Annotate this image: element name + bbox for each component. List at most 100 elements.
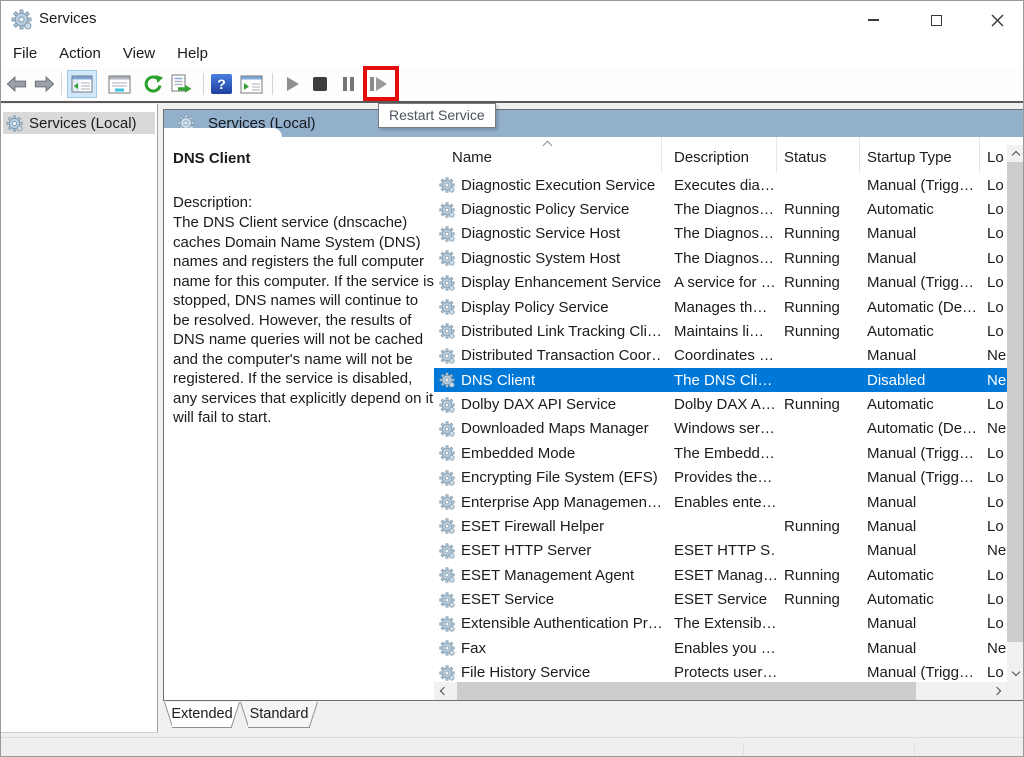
table-row[interactable]: Embedded Mode The Embedd… Manual (Trigg…… [434, 441, 1009, 465]
service-name: ESET Service [461, 591, 555, 609]
vertical-scrollbar-thumb[interactable] [1007, 162, 1023, 642]
menu-help[interactable]: Help [166, 41, 219, 66]
forward-arrow-icon [34, 76, 55, 92]
back-button[interactable] [6, 76, 27, 92]
service-startup-type: Automatic (De… [867, 298, 978, 316]
service-name: Distributed Transaction Coor… [461, 347, 662, 365]
column-header-logon[interactable]: Lo [980, 137, 1009, 173]
table-row[interactable]: Fax Enables you … Manual Ne [434, 636, 1009, 660]
service-gear-icon [439, 202, 455, 218]
table-row[interactable]: ESET HTTP Server ESET HTTP S… Manual Ne [434, 539, 1009, 563]
tab-extended[interactable]: Extended [163, 702, 241, 728]
service-status: Running [784, 517, 840, 535]
service-gear-icon [439, 397, 455, 413]
description-label: Description: [173, 194, 253, 211]
service-logon: Lo [987, 615, 1004, 633]
tooltip-restart-service: Restart Service [378, 103, 496, 128]
service-logon: Lo [987, 225, 1004, 243]
table-row[interactable]: Diagnostic System Host The Diagnos… Runn… [434, 246, 1009, 270]
table-row[interactable]: ESET Service ESET Service Running Automa… [434, 587, 1009, 611]
service-gear-icon [439, 323, 455, 339]
service-startup-type: Manual (Trigg… [867, 176, 974, 194]
table-row[interactable]: ESET Management Agent ESET Manag… Runnin… [434, 563, 1009, 587]
table-row[interactable]: DNS Client The DNS Cli… Disabled Ne [434, 368, 1009, 393]
maximize-button[interactable] [913, 1, 959, 39]
service-name: Fax [461, 639, 487, 657]
scroll-down-button[interactable] [1007, 665, 1023, 682]
description-pane: DNS Client Description: The DNS Client s… [164, 137, 434, 700]
show-console-tree-button[interactable] [67, 70, 97, 98]
menu-file[interactable]: File [2, 41, 48, 66]
table-row[interactable]: Extensible Authentication Pr… The Extens… [434, 612, 1009, 636]
extended-tab-curve [164, 128, 282, 137]
table-row[interactable]: Dolby DAX API Service Dolby DAX A… Runni… [434, 392, 1009, 416]
highlight-box [363, 66, 399, 101]
table-row[interactable]: Distributed Link Tracking Cli… Maintains… [434, 319, 1009, 343]
table-row[interactable]: Distributed Transaction Coor… Coordinate… [434, 344, 1009, 368]
table-row[interactable]: Encrypting File System (EFS) Provides th… [434, 466, 1009, 490]
service-status: Running [784, 225, 840, 243]
horizontal-scrollbar-thumb[interactable] [457, 682, 916, 700]
show-console-tree-icon [71, 75, 93, 93]
menu-view[interactable]: View [112, 41, 166, 66]
vertical-scrollbar[interactable] [1007, 145, 1023, 682]
service-logon: Ne [987, 639, 1007, 657]
service-logon: Ne [987, 542, 1007, 560]
service-logon: Lo [987, 444, 1004, 462]
service-description-text: The DNS Client service (dnscache) caches… [173, 214, 434, 426]
horizontal-scrollbar[interactable] [434, 682, 1007, 700]
service-logon: Lo [987, 322, 1004, 340]
service-logon: Lo [987, 249, 1004, 267]
column-header-description[interactable]: Description [662, 137, 777, 173]
service-startup-type: Manual [867, 517, 917, 535]
service-gear-icon [439, 275, 455, 291]
service-description: The Diagnos… [674, 225, 775, 243]
service-name: Encrypting File System (EFS) [461, 469, 658, 487]
tree-item-services-local[interactable]: Services (Local) [3, 112, 155, 134]
table-row[interactable]: Enterprise App Managemen… Enables ente… … [434, 490, 1009, 514]
selected-service-name: DNS Client [173, 150, 251, 167]
start-service-button[interactable] [287, 77, 299, 91]
menu-action[interactable]: Action [48, 41, 112, 66]
scroll-up-button[interactable] [1007, 145, 1023, 162]
pause-service-button[interactable] [341, 77, 355, 91]
table-row[interactable]: Display Policy Service Manages th… Runni… [434, 295, 1009, 319]
forward-button[interactable] [34, 76, 55, 92]
service-name: Dolby DAX API Service [461, 396, 617, 414]
tab-standard[interactable]: Standard [239, 702, 319, 728]
table-row[interactable]: Diagnostic Execution Service Executes di… [434, 173, 1009, 197]
properties-button[interactable] [108, 75, 131, 94]
scroll-right-button[interactable] [990, 682, 1007, 700]
status-bar-divider [1, 737, 1023, 738]
table-row[interactable]: Downloaded Maps Manager Windows ser… Aut… [434, 417, 1009, 441]
service-gear-icon [439, 592, 455, 608]
table-row[interactable]: Display Enhancement Service A service fo… [434, 271, 1009, 295]
service-gear-icon [439, 567, 455, 583]
table-row[interactable]: Diagnostic Service Host The Diagnos… Run… [434, 222, 1009, 246]
scroll-left-button[interactable] [434, 682, 451, 700]
table-row[interactable]: Diagnostic Policy Service The Diagnos… R… [434, 197, 1009, 221]
service-description: Manages th… [674, 298, 768, 316]
service-status: Running [784, 322, 840, 340]
stop-service-button[interactable] [313, 77, 327, 91]
service-name: DNS Client [461, 371, 536, 389]
service-status [777, 490, 860, 514]
service-startup-type: Automatic [867, 201, 934, 219]
service-gear-icon [439, 518, 455, 534]
show-action-pane-button[interactable] [240, 75, 263, 94]
help-button[interactable] [211, 74, 232, 94]
export-list-button[interactable] [170, 74, 193, 94]
minimize-button[interactable] [850, 1, 896, 39]
service-status: Running [784, 249, 840, 267]
table-row[interactable]: ESET Firewall Helper Running Manual Lo [434, 514, 1009, 538]
service-description: ESET Manag… [674, 566, 777, 584]
column-header-startup-type[interactable]: Startup Type [860, 137, 980, 173]
refresh-button[interactable] [142, 74, 164, 94]
service-startup-type: Manual [867, 249, 917, 267]
service-startup-type: Automatic (De… [867, 420, 978, 438]
close-button[interactable] [974, 1, 1020, 39]
service-startup-type: Disabled [867, 371, 926, 389]
service-status [777, 612, 860, 636]
column-header-status[interactable]: Status [777, 137, 860, 173]
services-node-icon [6, 114, 23, 132]
